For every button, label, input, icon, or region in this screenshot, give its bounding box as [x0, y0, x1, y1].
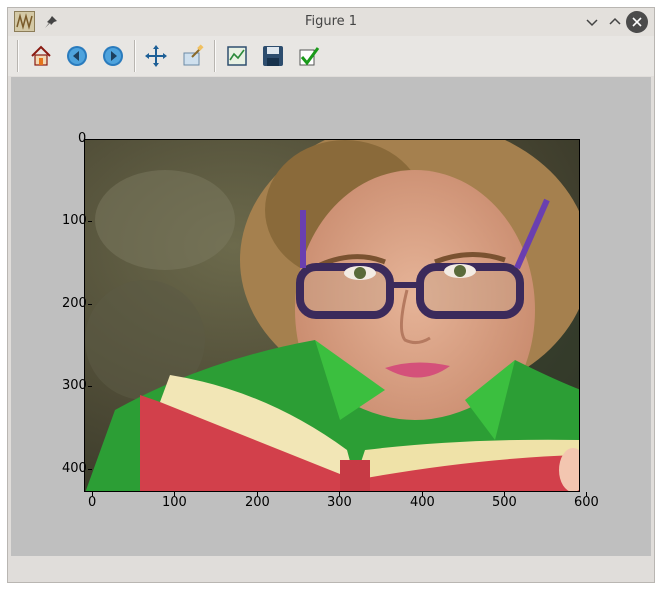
y-tick-mark [88, 386, 92, 387]
axes-image[interactable] [84, 139, 580, 492]
y-tick-mark [88, 139, 92, 140]
status-bar [8, 556, 654, 582]
save-button[interactable] [259, 42, 287, 70]
x-tick-label: 0 [88, 495, 97, 510]
y-tick-label: 100 [62, 213, 87, 228]
zoom-button[interactable] [179, 42, 207, 70]
chevron-up-icon [609, 17, 621, 25]
forward-arrow-icon [103, 46, 123, 66]
close-button[interactable] [626, 11, 648, 33]
save-icon [263, 46, 283, 66]
pin-icon[interactable] [43, 14, 59, 30]
back-button[interactable] [63, 42, 91, 70]
x-tick-label: 100 [162, 495, 187, 510]
maximize-button[interactable] [605, 12, 625, 32]
toolbar-separator [134, 40, 136, 72]
toolbar-handle[interactable] [17, 40, 19, 72]
pan-button[interactable] [142, 42, 170, 70]
x-tick-label: 400 [410, 495, 435, 510]
move-icon [145, 45, 167, 67]
home-button[interactable] [27, 42, 55, 70]
toolbar-separator [214, 40, 216, 72]
photo-image [85, 140, 579, 491]
forward-button[interactable] [99, 42, 127, 70]
subplots-icon [227, 46, 247, 66]
x-tick-label: 600 [574, 495, 599, 510]
minimize-button[interactable] [582, 12, 602, 32]
home-icon [31, 45, 51, 66]
close-icon [632, 17, 642, 27]
subplots-button[interactable] [223, 42, 251, 70]
navigation-toolbar [8, 36, 654, 76]
y-tick-label: 0 [78, 131, 87, 146]
x-tick-label: 300 [327, 495, 352, 510]
matplotlib-app-icon [14, 11, 35, 32]
y-tick-label: 400 [62, 461, 87, 476]
title-bar[interactable]: Figure 1 [8, 8, 654, 36]
x-tick-label: 200 [245, 495, 270, 510]
window-title: Figure 1 [304, 14, 358, 29]
y-tick-mark [88, 469, 92, 470]
edit-parameters-button[interactable] [295, 42, 323, 70]
y-tick-mark [88, 221, 92, 222]
back-arrow-icon [67, 46, 87, 66]
y-tick-label: 200 [62, 296, 87, 311]
checkmark-icon [299, 47, 320, 66]
zoom-rect-icon [183, 44, 204, 66]
y-tick-mark [88, 304, 92, 305]
chevron-down-icon [586, 19, 598, 27]
x-tick-label: 500 [492, 495, 517, 510]
y-tick-label: 300 [62, 378, 87, 393]
